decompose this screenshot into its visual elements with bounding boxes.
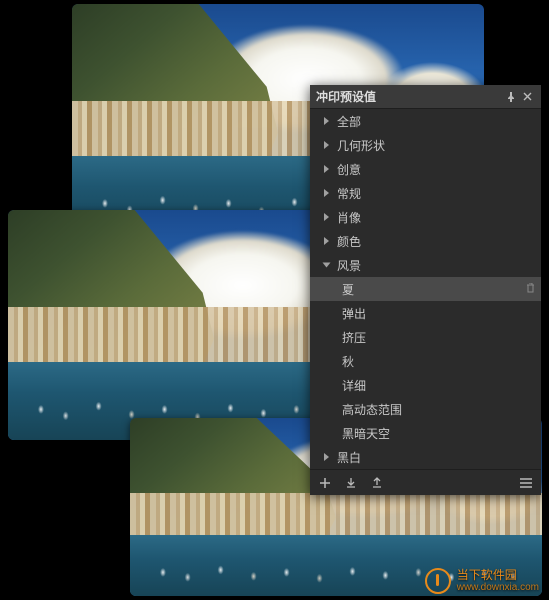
preset-label: 黑暗天空 bbox=[342, 425, 541, 442]
pin-icon[interactable] bbox=[503, 89, 519, 105]
chevron-right-icon bbox=[324, 141, 329, 149]
category-4[interactable]: 肖像 bbox=[310, 205, 541, 229]
category-3[interactable]: 常规 bbox=[310, 181, 541, 205]
category-label: 风景 bbox=[337, 257, 541, 274]
category-label: 全部 bbox=[337, 113, 541, 130]
watermark-name: 当下软件园 bbox=[457, 569, 539, 582]
category-2[interactable]: 创意 bbox=[310, 157, 541, 181]
preset-item-6[interactable]: 黑暗天空 bbox=[310, 421, 541, 445]
add-icon[interactable] bbox=[316, 474, 334, 492]
preset-label: 挤压 bbox=[342, 329, 541, 346]
category-label: 颜色 bbox=[337, 233, 541, 250]
category-label: 肖像 bbox=[337, 209, 541, 226]
preset-label: 高动态范围 bbox=[342, 401, 541, 418]
chevron-right-icon bbox=[323, 263, 331, 268]
preset-item-2[interactable]: 挤压 bbox=[310, 325, 541, 349]
category-1[interactable]: 几何形状 bbox=[310, 133, 541, 157]
preset-item-5[interactable]: 高动态范围 bbox=[310, 397, 541, 421]
category-5[interactable]: 颜色 bbox=[310, 229, 541, 253]
chevron-right-icon bbox=[324, 189, 329, 197]
chevron-right-icon bbox=[324, 117, 329, 125]
category-last[interactable]: 黑白 bbox=[310, 445, 541, 469]
category-label: 黑白 bbox=[337, 449, 541, 466]
chevron-right-icon bbox=[324, 165, 329, 173]
close-icon[interactable] bbox=[519, 89, 535, 105]
preset-label: 夏 bbox=[342, 281, 526, 298]
preset-item-1[interactable]: 弹出 bbox=[310, 301, 541, 325]
preset-label: 详细 bbox=[342, 377, 541, 394]
export-icon[interactable] bbox=[368, 474, 386, 492]
preset-item-0[interactable]: 夏 bbox=[310, 277, 541, 301]
presets-panel: 冲印预设值 全部几何形状创意常规肖像颜色风景夏弹出挤压秋详细高动态范围黑暗天空黑… bbox=[310, 85, 541, 495]
preset-item-4[interactable]: 详细 bbox=[310, 373, 541, 397]
preset-item-3[interactable]: 秋 bbox=[310, 349, 541, 373]
menu-icon[interactable] bbox=[517, 474, 535, 492]
category-label: 常规 bbox=[337, 185, 541, 202]
watermark-url: www.downxia.com bbox=[457, 582, 539, 593]
category-label: 几何形状 bbox=[337, 137, 541, 154]
preset-label: 秋 bbox=[342, 353, 541, 370]
preset-list: 全部几何形状创意常规肖像颜色风景夏弹出挤压秋详细高动态范围黑暗天空黑白 bbox=[310, 109, 541, 469]
category-label: 创意 bbox=[337, 161, 541, 178]
panel-header: 冲印预设值 bbox=[310, 85, 541, 109]
delete-icon[interactable] bbox=[526, 283, 535, 296]
panel-footer bbox=[310, 469, 541, 495]
panel-title: 冲印预设值 bbox=[316, 88, 503, 105]
chevron-right-icon bbox=[324, 453, 329, 461]
import-icon[interactable] bbox=[342, 474, 360, 492]
chevron-right-icon bbox=[324, 237, 329, 245]
watermark-logo-icon bbox=[425, 568, 451, 594]
watermark: 当下软件园 www.downxia.com bbox=[425, 568, 539, 594]
category-0[interactable]: 全部 bbox=[310, 109, 541, 133]
preset-label: 弹出 bbox=[342, 305, 541, 322]
chevron-right-icon bbox=[324, 213, 329, 221]
category-6[interactable]: 风景 bbox=[310, 253, 541, 277]
